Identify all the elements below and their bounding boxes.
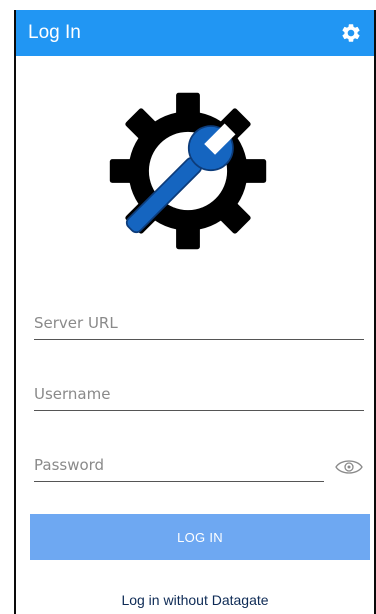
password-field[interactable] bbox=[34, 448, 324, 482]
settings-button[interactable] bbox=[339, 21, 363, 45]
field-underline bbox=[34, 339, 364, 340]
eye-icon bbox=[335, 460, 363, 474]
login-button[interactable]: LOG IN bbox=[30, 514, 370, 560]
server-url-input[interactable] bbox=[34, 306, 364, 339]
field-underline bbox=[34, 410, 364, 411]
login-without-datagate-link[interactable]: Log in without Datagate bbox=[16, 592, 374, 608]
app-screen: Log In Server URL Username LOG IN Log in… bbox=[14, 10, 376, 614]
show-password-button[interactable] bbox=[334, 456, 364, 478]
password-input[interactable] bbox=[34, 448, 324, 481]
app-bar: Log In bbox=[16, 10, 374, 56]
username-field[interactable] bbox=[34, 377, 364, 411]
field-underline bbox=[34, 481, 324, 482]
page-title: Log In bbox=[28, 22, 81, 43]
username-input[interactable] bbox=[34, 377, 364, 410]
gear-icon bbox=[342, 24, 360, 42]
gear-wrench-icon bbox=[109, 92, 267, 250]
server-url-field[interactable] bbox=[34, 306, 364, 340]
